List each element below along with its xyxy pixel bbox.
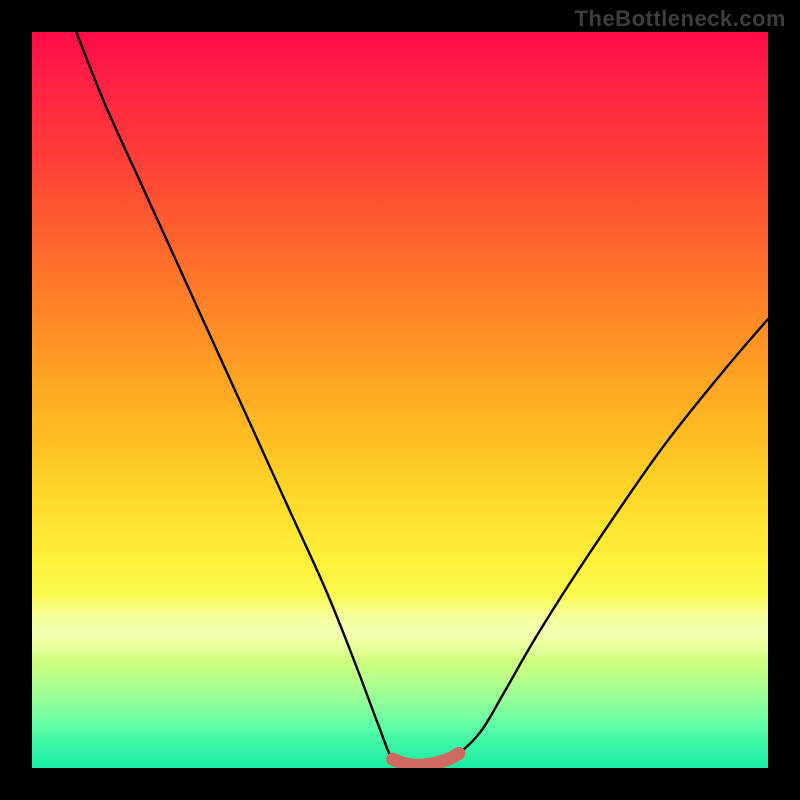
- chart-frame: TheBottleneck.com: [0, 0, 800, 800]
- chart-svg: [32, 32, 768, 768]
- watermark-text: TheBottleneck.com: [575, 6, 786, 32]
- floor-marker-line: [393, 753, 459, 765]
- plot-area: [32, 32, 768, 768]
- curve-line: [76, 32, 768, 766]
